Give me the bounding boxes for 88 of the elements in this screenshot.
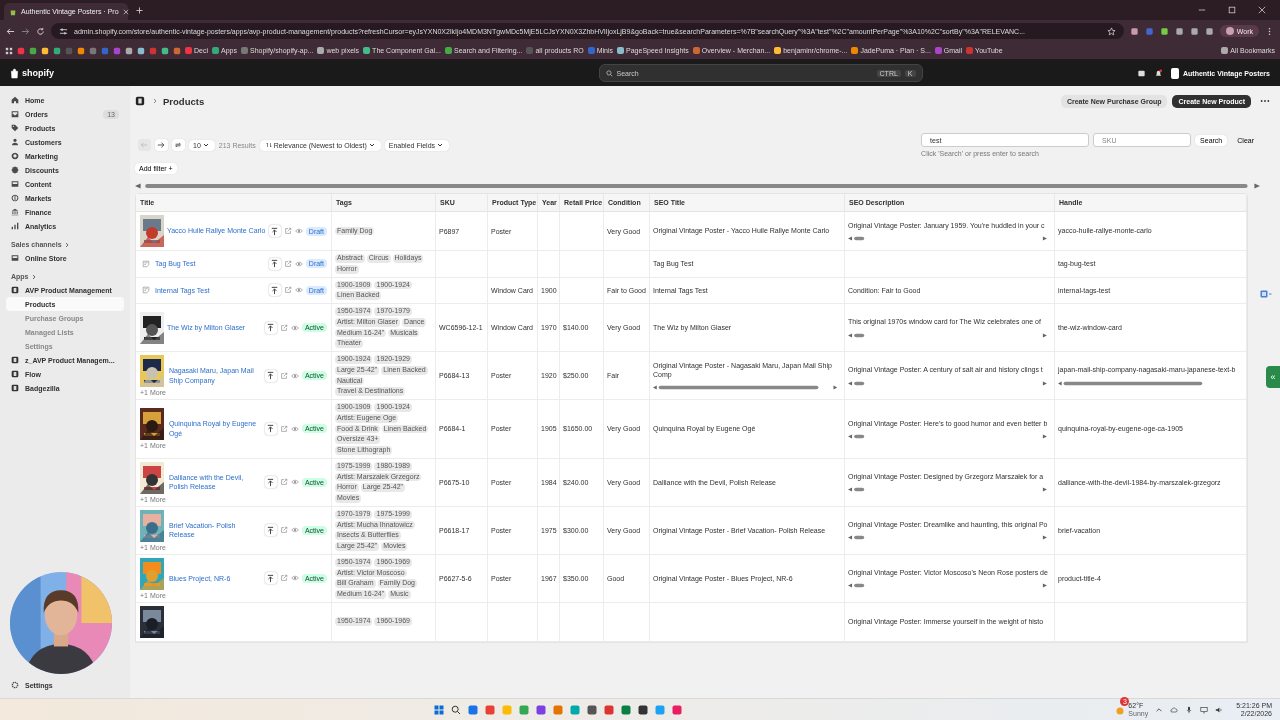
minimize-icon[interactable]	[1198, 6, 1206, 14]
chevron-right-icon	[30, 273, 37, 280]
bag-icon	[9, 7, 17, 16]
close-icon[interactable]	[122, 8, 129, 15]
external-link-icon[interactable]	[283, 286, 292, 295]
person-icon	[11, 138, 19, 146]
external-link-icon[interactable]	[279, 478, 288, 487]
sort-icon	[265, 142, 272, 148]
shopify-logo[interactable]: shopify	[10, 67, 54, 79]
page-title: Products	[163, 95, 205, 107]
eye-icon[interactable]	[290, 526, 299, 535]
publish-button[interactable]	[268, 257, 281, 270]
publish-button[interactable]	[268, 284, 281, 297]
gear-icon	[11, 681, 19, 689]
publish-button[interactable]	[264, 476, 277, 489]
chevron-right-icon	[63, 241, 70, 248]
inbox-icon	[11, 110, 19, 118]
microphone-icon[interactable]	[1185, 705, 1194, 714]
publish-button[interactable]	[264, 369, 277, 382]
app-icon[interactable]	[587, 704, 598, 715]
arrow-right-icon	[157, 141, 165, 149]
publish-button[interactable]	[264, 422, 277, 435]
cloud-icon[interactable]	[1170, 705, 1179, 714]
eye-icon[interactable]	[290, 323, 299, 332]
forward-button[interactable]	[155, 139, 168, 151]
refresh-button[interactable]	[172, 139, 185, 151]
app-icon	[11, 356, 19, 364]
globe-icon	[11, 194, 19, 202]
app-icon	[11, 286, 19, 294]
external-link-icon[interactable]	[279, 323, 288, 332]
external-link-icon[interactable]	[279, 574, 288, 583]
caret-icon	[202, 142, 209, 148]
chevron-up-icon[interactable]	[1155, 705, 1164, 714]
external-link-icon[interactable]	[279, 424, 288, 433]
apps-grid-icon[interactable]	[5, 46, 13, 55]
bell-icon[interactable]	[1154, 68, 1163, 78]
eye-icon[interactable]	[290, 478, 299, 487]
app-icon	[11, 370, 19, 378]
caret-icon	[437, 142, 444, 148]
publish-button[interactable]	[264, 321, 277, 334]
search-icon	[605, 69, 613, 77]
window-icon	[11, 180, 19, 188]
publish-button[interactable]	[264, 524, 277, 537]
new-tab-icon[interactable]	[136, 6, 143, 14]
forward-arrow-icon[interactable]	[21, 26, 30, 36]
external-link-icon[interactable]	[279, 371, 288, 380]
windows-logo-icon[interactable]	[434, 704, 445, 715]
speaker-icon[interactable]	[1215, 705, 1224, 714]
eye-icon[interactable]	[294, 286, 303, 295]
eye-icon[interactable]	[294, 227, 303, 235]
scroll-bar[interactable]	[135, 183, 1260, 189]
back-arrow-icon[interactable]	[6, 26, 15, 36]
close-icon[interactable]	[1258, 6, 1266, 14]
collapse-button[interactable]: «	[1266, 366, 1280, 388]
table-cell	[560, 212, 604, 251]
target-icon	[11, 152, 19, 160]
maximize-icon[interactable]	[1228, 6, 1236, 14]
external-link-icon[interactable]	[283, 227, 292, 235]
arrow-left-icon	[140, 141, 148, 149]
search-icon[interactable]	[451, 704, 462, 715]
app-icon	[11, 384, 19, 392]
house-icon	[11, 96, 19, 104]
monitor-icon[interactable]	[1200, 705, 1209, 714]
eye-icon[interactable]	[290, 424, 299, 433]
window-icon	[11, 254, 19, 262]
app-icon[interactable]	[638, 704, 649, 715]
eye-icon[interactable]	[290, 371, 299, 380]
badge-icon	[11, 166, 19, 174]
sliders-icon[interactable]	[59, 26, 68, 36]
tag-icon	[11, 124, 19, 132]
caret-icon	[368, 142, 375, 148]
publish-button[interactable]	[268, 225, 281, 237]
bar-chart-icon	[11, 222, 19, 230]
inbox-icon[interactable]	[1137, 68, 1146, 78]
external-link-icon[interactable]	[279, 526, 288, 535]
more-icon[interactable]	[1260, 99, 1270, 103]
eye-icon[interactable]	[294, 259, 303, 268]
app-icon[interactable]	[135, 96, 145, 106]
chevron-right-icon	[152, 98, 158, 104]
table-cell	[538, 212, 560, 251]
reload-icon[interactable]	[36, 26, 45, 36]
swap-arrows-icon	[174, 141, 182, 149]
star-icon[interactable]	[1106, 26, 1116, 36]
bank-icon	[11, 208, 19, 216]
external-link-icon[interactable]	[283, 259, 292, 268]
eye-icon[interactable]	[290, 574, 299, 583]
publish-button[interactable]	[264, 572, 277, 585]
widget-icon[interactable]	[1260, 290, 1272, 298]
